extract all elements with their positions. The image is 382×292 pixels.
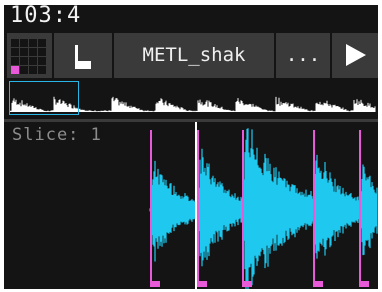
note-icon (75, 45, 91, 69)
playhead (195, 122, 197, 289)
overview-view-window[interactable] (9, 81, 79, 115)
grid-icon (11, 39, 46, 74)
slice-marker-handle (359, 281, 369, 287)
slice-marker-handle (150, 281, 160, 287)
slice-marker (242, 130, 244, 283)
tempo-readout: 103:4 (10, 5, 82, 28)
header-bar: 103:4 (4, 5, 378, 32)
sample-select-button[interactable]: METL_shak (114, 33, 274, 78)
toolbar: METL_shak ... (4, 33, 378, 80)
slice-marker (197, 130, 199, 283)
waveform-overview[interactable] (4, 81, 378, 118)
slice-marker (150, 130, 152, 283)
more-label: ... (285, 44, 321, 66)
main-waveform (149, 122, 378, 289)
more-button[interactable]: ... (276, 33, 330, 78)
slice-label: Slice: 1 (12, 125, 102, 145)
slice-marker (359, 130, 361, 283)
sampler-screen: 103:4 METL_shak ... Slice: 1 (4, 5, 378, 289)
play-icon (346, 44, 366, 66)
grid-button[interactable] (7, 33, 52, 78)
note-length-button[interactable] (54, 33, 112, 78)
slice-marker-handle (313, 281, 323, 287)
play-button[interactable] (332, 33, 378, 78)
slice-marker-handle (197, 281, 207, 287)
slice-marker (313, 130, 315, 283)
waveform-path (149, 128, 378, 289)
waveform-editor[interactable]: Slice: 1 (4, 122, 378, 289)
slice-marker-handle (242, 281, 252, 287)
sample-name: METL_shak (142, 44, 246, 66)
